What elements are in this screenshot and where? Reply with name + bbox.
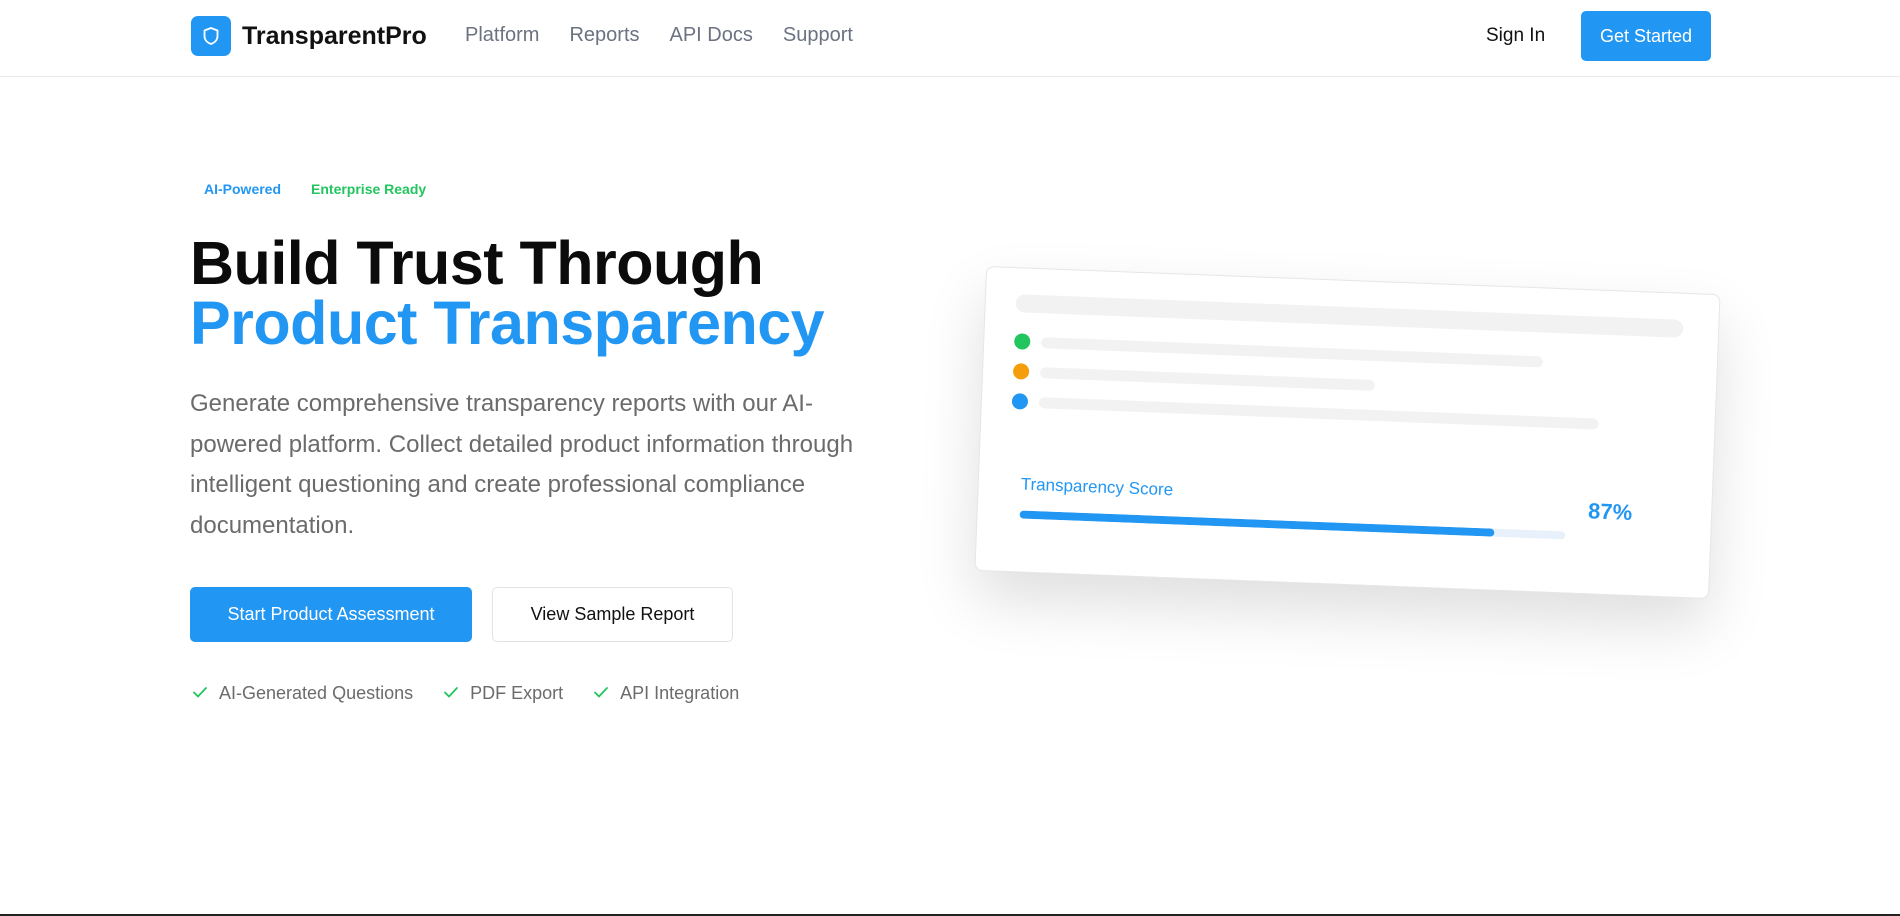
score-progress-fill xyxy=(1019,510,1495,537)
feature-item: API Integration xyxy=(593,683,739,704)
feature-item: PDF Export xyxy=(443,683,563,704)
check-icon xyxy=(593,683,609,704)
check-icon xyxy=(192,683,208,704)
get-started-button[interactable]: Get Started xyxy=(1581,11,1711,61)
shield-icon xyxy=(191,16,231,56)
logo-text: TransparentPro xyxy=(242,21,427,50)
hero-description: Generate comprehensive transparency repo… xyxy=(190,390,854,539)
status-dot-blue xyxy=(1011,393,1029,410)
score-progress-bar xyxy=(1019,510,1566,540)
skeleton-line xyxy=(1041,337,1544,368)
top-nav-bar: TransparentPro Platform Reports API Docs… xyxy=(0,0,1900,77)
main-nav: Platform Reports API Docs Support xyxy=(465,24,853,47)
check-icon xyxy=(443,683,459,704)
status-dot-orange xyxy=(1012,363,1030,380)
report-preview: Transparency Score 87% xyxy=(974,266,1721,599)
feature-item: AI-Generated Questions xyxy=(192,683,413,704)
skeleton-header-bar xyxy=(1015,294,1684,338)
start-assessment-button[interactable]: Start Product Assessment xyxy=(190,587,472,642)
skeleton-line xyxy=(1038,397,1599,430)
hero-badges: AI-Powered Enterprise Ready xyxy=(190,174,440,204)
status-dot-green xyxy=(1013,333,1031,350)
badge-enterprise-ready: Enterprise Ready xyxy=(311,181,427,197)
feature-label: AI-Generated Questions xyxy=(219,683,414,703)
view-sample-report-button[interactable]: View Sample Report xyxy=(492,587,733,642)
nav-link-platform[interactable]: Platform xyxy=(465,24,539,47)
feature-label: API Integration xyxy=(620,683,740,703)
report-preview-card: Transparency Score 87% xyxy=(974,266,1721,599)
score-value: 87% xyxy=(1587,498,1633,525)
badge-ai-powered: AI-Powered xyxy=(204,181,282,197)
nav-link-support[interactable]: Support xyxy=(783,24,853,47)
feature-label: PDF Export xyxy=(470,683,564,703)
nav-link-reports[interactable]: Reports xyxy=(569,24,639,47)
feature-list: AI-Generated Questions PDF Export API In… xyxy=(192,683,739,704)
sign-in-link[interactable]: Sign In xyxy=(1486,25,1545,47)
score-label: Transparency Score xyxy=(1020,474,1174,500)
hero-title-line2: Product Transparency xyxy=(190,289,825,357)
logo[interactable]: TransparentPro xyxy=(191,16,427,56)
skeleton-line xyxy=(1039,367,1376,392)
nav-link-api-docs[interactable]: API Docs xyxy=(670,24,753,47)
